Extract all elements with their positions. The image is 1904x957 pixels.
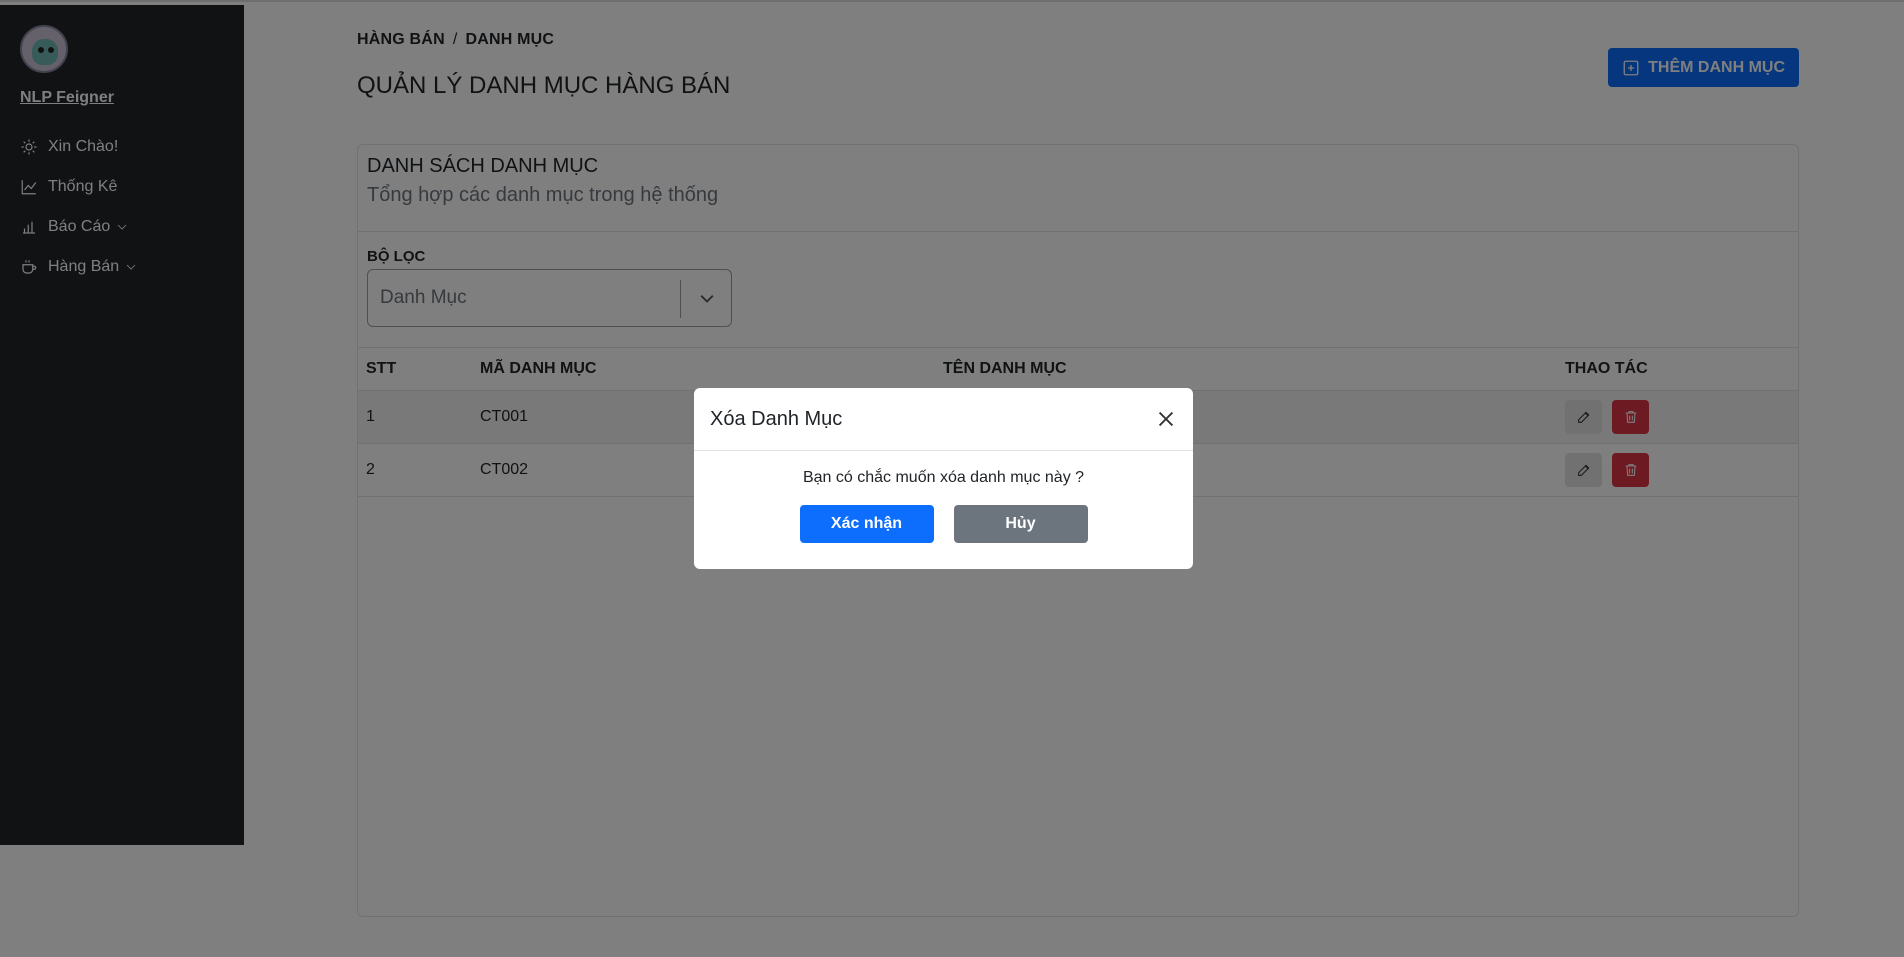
confirm-button[interactable]: Xác nhận [799,505,934,543]
modal-title: Xóa Danh Mục [710,407,843,430]
modal-header: Xóa Danh Mục [694,388,1193,451]
delete-category-modal: Xóa Danh Mục Bạn có chắc muốn xóa danh m… [694,388,1193,569]
modal-message: Bạn có chắc muốn xóa danh mục này ? [802,469,1085,486]
close-icon [1158,411,1174,427]
modal-actions: Xác nhận Hủy [694,505,1193,543]
modal-body: Bạn có chắc muốn xóa danh mục này ? Xác … [694,451,1193,543]
modal-close-button[interactable] [1155,408,1177,430]
cancel-button[interactable]: Hủy [953,505,1088,543]
